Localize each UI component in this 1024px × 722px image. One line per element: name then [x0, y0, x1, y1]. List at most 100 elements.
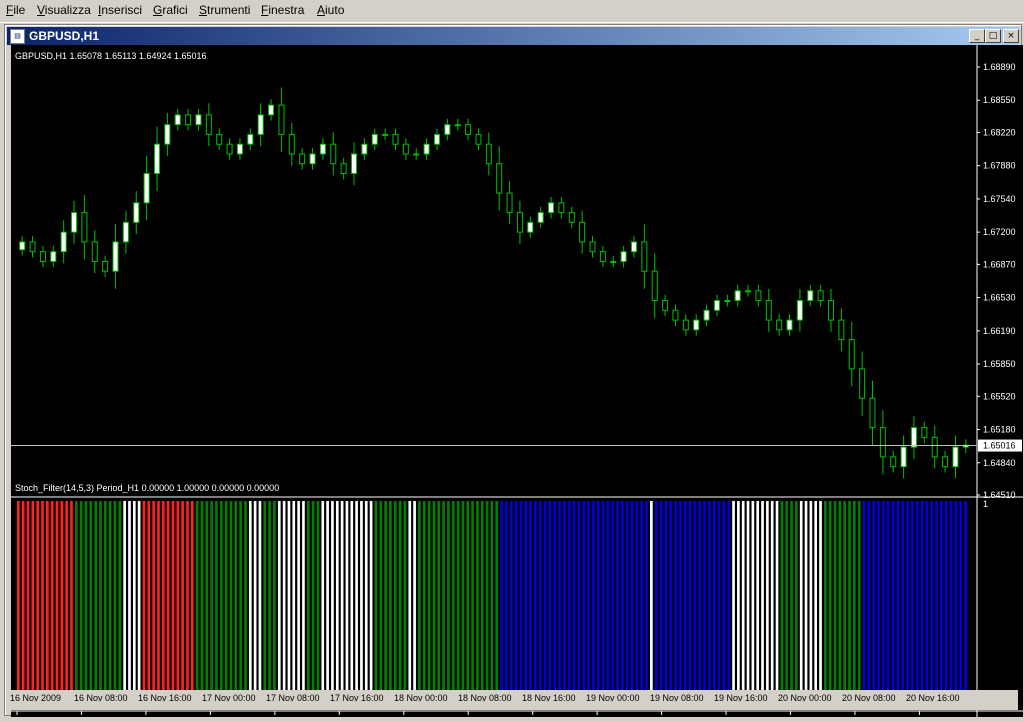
indicator-bar [572, 501, 576, 707]
time-axis-label: 17 Nov 16:00 [330, 693, 384, 703]
candle-body [351, 153, 358, 175]
candle-body [672, 309, 679, 321]
candle-body [195, 114, 202, 126]
indicator-bar [413, 501, 416, 707]
indicator-bar [476, 501, 479, 707]
indicator-bar [123, 501, 126, 707]
indicator-bar [379, 501, 383, 707]
menu-visualizza[interactable]: Visualizza [37, 3, 91, 17]
time-axis-label: 18 Nov 00:00 [394, 693, 448, 703]
price-tick-label: 1.68220 [983, 127, 1016, 137]
candle-body [537, 212, 544, 223]
candle-body [371, 133, 378, 145]
price-tick-label: 1.68890 [983, 62, 1016, 72]
indicator-bar [843, 501, 847, 707]
time-axis-label: 18 Nov 16:00 [522, 693, 576, 703]
indicator-bar [886, 501, 890, 707]
indicator-bar [432, 501, 436, 707]
candle-body [60, 231, 67, 253]
indicator-bar [514, 501, 518, 707]
menu-finestra[interactable]: Finestra [261, 3, 304, 17]
indicator-bar [857, 501, 861, 707]
candle-body [102, 260, 109, 272]
time-axis-label: 19 Nov 08:00 [650, 693, 704, 703]
indicator-bar [224, 501, 228, 707]
price-tick-label: 1.66870 [983, 259, 1016, 269]
candle-body [413, 153, 420, 156]
candle-body [527, 221, 534, 233]
indicator-bar [838, 501, 842, 707]
indicator-bar [940, 501, 943, 707]
indicator-bar [451, 501, 455, 707]
indicator-bar [427, 501, 431, 707]
candle-body [288, 133, 295, 155]
indicator-bar [113, 501, 117, 707]
indicator-bar [862, 501, 866, 707]
time-axis-label: 17 Nov 08:00 [266, 693, 320, 703]
menu-strumenti[interactable]: Strumenti [199, 3, 250, 17]
indicator-bar [901, 501, 905, 707]
chart-svg[interactable]: 1.68890 1.68550 1.68220 1.67880 1.67540 1.672… [11, 45, 1023, 717]
window-title: GBPUSD,H1 [29, 29, 100, 43]
indicator-bar [55, 501, 59, 707]
indicator-bar [577, 501, 581, 707]
indicator-bar [205, 501, 209, 707]
close-button[interactable]: × [1003, 29, 1019, 43]
indicator-bar [935, 501, 938, 707]
indicator-bar [529, 501, 532, 707]
indicator-bar [877, 501, 880, 707]
indicator-bar [828, 501, 832, 707]
indicator-bar [538, 501, 542, 707]
candle-body [548, 202, 555, 214]
price-tick-label: 1.68550 [983, 95, 1016, 105]
indicator-bar [703, 501, 706, 707]
minimize-button[interactable]: _ [969, 29, 985, 43]
candle-body [423, 143, 430, 155]
chart-window: ▤ GBPUSD,H1 _ □ × 1.68890 1.68550 1.68220 1… [4, 24, 1023, 717]
indicator-bar [364, 501, 368, 707]
menu-grafici[interactable]: Grafici [153, 3, 188, 17]
indicator-bar [717, 501, 721, 707]
indicator-bar [659, 501, 663, 707]
indicator-bar [248, 501, 252, 707]
candle-body [900, 446, 907, 468]
price-tick-label: 1.67880 [983, 161, 1016, 171]
indicator-bar [355, 501, 358, 707]
indicator-bar [485, 501, 489, 707]
candle-body [828, 300, 835, 321]
candle-body [910, 427, 917, 448]
indicator-bar [26, 501, 30, 707]
chart-area[interactable]: 1.68890 1.68550 1.68220 1.67880 1.67540 1.672… [11, 45, 1023, 717]
candle-body [745, 290, 752, 293]
indicator-bar [775, 501, 779, 707]
indicator-bar [118, 501, 122, 707]
menu-file[interactable]: File [6, 3, 25, 17]
indicator-bar [99, 501, 102, 707]
indicator-bar [621, 501, 624, 707]
indicator-bar [157, 501, 160, 707]
indicator-bar [553, 501, 557, 707]
indicator-bar [331, 501, 334, 707]
candle-body [402, 143, 409, 155]
candle-body [433, 133, 440, 145]
indicator-bar [45, 501, 49, 707]
indicator-bar [906, 501, 909, 707]
candle-body [786, 319, 793, 331]
candle-body [724, 300, 731, 303]
time-axis-label: 19 Nov 00:00 [586, 693, 640, 703]
price-tick-label: 1.67200 [983, 227, 1016, 237]
menu-aiuto[interactable]: Aiuto [317, 3, 344, 17]
indicator-bar [340, 501, 344, 707]
candle-body [921, 427, 928, 438]
window-titlebar[interactable]: ▤ GBPUSD,H1 _ □ × [7, 27, 1019, 45]
indicator-bar [708, 501, 711, 707]
menu-inserisci[interactable]: Inserisci [98, 3, 142, 17]
candle-body [859, 368, 866, 399]
indicator-bar [954, 501, 958, 707]
indicator-bar [398, 501, 402, 707]
time-axis-label: 16 Nov 08:00 [74, 693, 128, 703]
maximize-button[interactable]: □ [985, 29, 1001, 43]
indicator-bar [480, 501, 484, 707]
indicator-bar [89, 501, 93, 707]
time-axis-label: 20 Nov 00:00 [778, 693, 832, 703]
